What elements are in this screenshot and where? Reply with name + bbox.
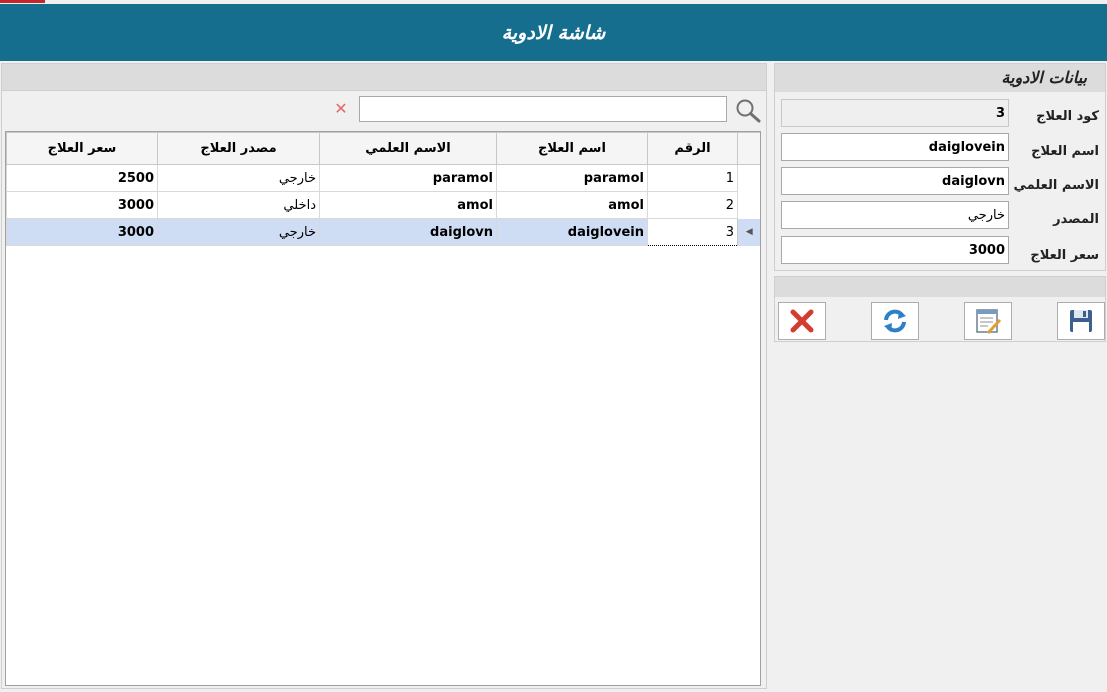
cell-id[interactable]: 2 (647, 191, 738, 219)
price-label: سعر العلاج (1030, 248, 1099, 263)
column-header-id[interactable]: الرقم (647, 132, 738, 165)
refresh-icon (884, 309, 906, 333)
name-field[interactable] (781, 133, 1009, 161)
edit-icon (976, 309, 1002, 335)
action-toolbar (774, 276, 1106, 342)
edit-button[interactable] (964, 302, 1012, 340)
code-label: كود العلاج (1036, 109, 1099, 124)
price-field[interactable] (781, 236, 1009, 264)
cell-source[interactable]: خارجي (157, 164, 320, 192)
table-header-row: سعر العلاج مصدر العلاج الاسم العلمي اسم … (6, 132, 760, 165)
cell-name[interactable]: paramol (496, 164, 648, 192)
window-accent-bar (0, 0, 45, 3)
details-title: بيانات الادوية (775, 64, 1105, 92)
source-field[interactable] (781, 201, 1009, 229)
clear-search-icon[interactable]: ✕ (333, 100, 349, 118)
cell-source[interactable]: خارجي (157, 218, 320, 246)
cell-name[interactable]: amol (496, 191, 648, 219)
cell-id[interactable]: 1 (647, 164, 738, 192)
cell-id[interactable]: 3 (647, 218, 738, 246)
column-header-scientific-name[interactable]: الاسم العلمي (319, 132, 497, 165)
scientific-name-label: الاسم العلمي (1013, 178, 1100, 193)
details-panel: بيانات الادوية كود العلاج اسم العلاج الا… (774, 63, 1106, 271)
name-label: اسم العلاج (1031, 144, 1099, 159)
save-button[interactable] (1057, 302, 1105, 340)
code-field[interactable] (781, 99, 1009, 127)
scientific-name-field[interactable] (781, 167, 1009, 195)
delete-icon (790, 309, 814, 333)
cell-price[interactable]: 2500 (6, 164, 158, 192)
cell-scientific-name[interactable]: paramol (319, 164, 497, 192)
row-header[interactable] (737, 191, 760, 219)
table-row[interactable]: 2500 خارجي paramol paramol 1 (6, 164, 760, 192)
search-icon[interactable] (734, 97, 762, 123)
cell-source[interactable]: داخلي (157, 191, 320, 219)
delete-button[interactable] (778, 302, 826, 340)
refresh-button[interactable] (871, 302, 919, 340)
source-label: المصدر (1053, 212, 1099, 227)
toolbar-header (775, 277, 1105, 297)
save-icon (1070, 310, 1092, 332)
current-row-arrow-icon: ◀ (745, 227, 753, 237)
cell-scientific-name[interactable]: amol (319, 191, 497, 219)
table-row-selected[interactable]: 3000 خارجي daiglovn daiglovein 3 ◀ (6, 218, 760, 246)
grid-panel-header (2, 64, 766, 91)
row-header-current[interactable]: ◀ (737, 218, 760, 246)
grid-panel: ✕ سعر العلاج مصدر العلاج الاسم العلمي اس… (1, 63, 767, 689)
column-header-source[interactable]: مصدر العلاج (157, 132, 320, 165)
cell-price[interactable]: 3000 (6, 191, 158, 219)
medicines-table[interactable]: سعر العلاج مصدر العلاج الاسم العلمي اسم … (5, 131, 761, 686)
page-title: شاشة الادوية (0, 4, 1107, 61)
cell-price[interactable]: 3000 (6, 218, 158, 246)
row-header[interactable] (737, 164, 760, 192)
cell-scientific-name[interactable]: daiglovn (319, 218, 497, 246)
row-header-corner[interactable] (737, 132, 760, 165)
table-row[interactable]: 3000 داخلي amol amol 2 (6, 191, 760, 219)
column-header-name[interactable]: اسم العلاج (496, 132, 648, 165)
search-input[interactable] (359, 96, 727, 122)
cell-name[interactable]: daiglovein (496, 218, 648, 246)
column-header-price[interactable]: سعر العلاج (6, 132, 158, 165)
page-title-text: شاشة الادوية (501, 21, 606, 44)
